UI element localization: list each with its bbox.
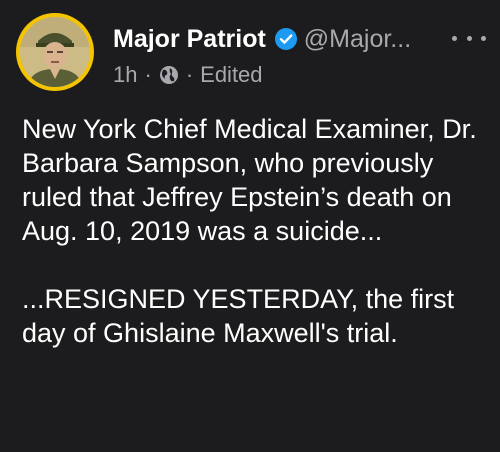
more-horizontal-icon bbox=[452, 35, 457, 41]
verified-badge-icon bbox=[274, 27, 298, 51]
avatar-portrait bbox=[20, 17, 90, 87]
post-text-paragraph: ...RESIGNED YESTERDAY, the first day of … bbox=[22, 284, 455, 348]
post-timestamp[interactable]: 1h bbox=[113, 62, 137, 88]
avatar[interactable] bbox=[16, 13, 94, 91]
post-header: Major Patriot @Major... bbox=[113, 22, 411, 56]
author-handle[interactable]: @Major... bbox=[304, 25, 411, 54]
author-name[interactable]: Major Patriot bbox=[113, 25, 266, 54]
post-meta: 1h · · Edited bbox=[113, 60, 263, 90]
social-post: Major Patriot @Major... 1h · · Edited Ne… bbox=[0, 0, 500, 452]
post-text-paragraph: New York Chief Medical Examiner, Dr. Bar… bbox=[22, 114, 477, 246]
more-options-button[interactable] bbox=[452, 28, 486, 48]
post-body: New York Chief Medical Examiner, Dr. Bar… bbox=[22, 112, 492, 350]
globe-icon bbox=[159, 65, 179, 85]
meta-separator: · bbox=[144, 62, 152, 87]
meta-separator: · bbox=[185, 62, 194, 87]
edited-label[interactable]: Edited bbox=[200, 62, 262, 88]
avatar-image bbox=[20, 17, 90, 87]
